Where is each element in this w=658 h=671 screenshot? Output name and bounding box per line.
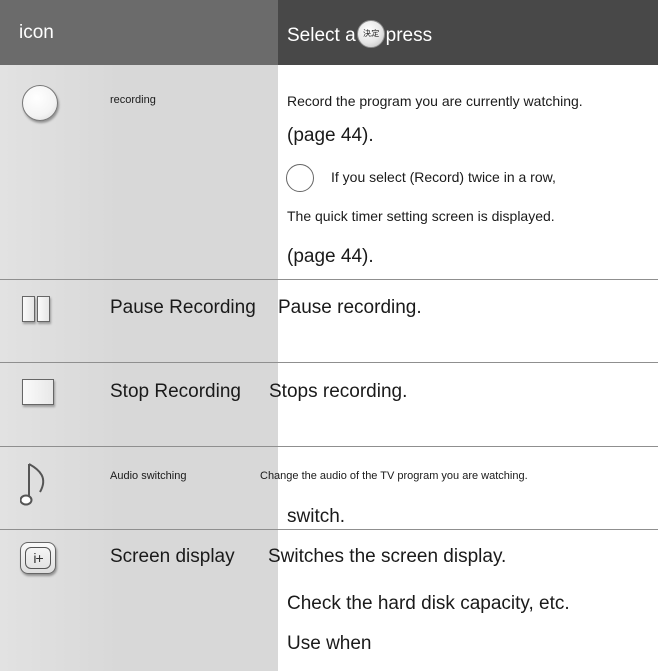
stop-icon (22, 379, 54, 405)
row-name-audio: Audio switching (110, 470, 187, 482)
header-action-text-after: press (385, 25, 433, 47)
header-action-text-before: Select a (287, 25, 356, 47)
row-divider (0, 279, 658, 280)
row-divider (0, 446, 658, 447)
row-desc-line: Pause recording. (278, 297, 422, 318)
row-name-stop: Stop Recording (110, 381, 241, 402)
header-icon-label: icon (19, 22, 54, 43)
record-small-circle-icon (286, 164, 314, 192)
row-desc-line: switch. (287, 506, 346, 527)
row-desc-line: Record the program you are currently wat… (287, 93, 583, 109)
row-desc-line: If you select (Record) twice in a row, (331, 169, 556, 185)
row-desc-line: Switches the screen display. (268, 546, 507, 567)
enter-button-icon: 決.定 (356, 20, 385, 48)
header-action-label: Select a 決.定 press (287, 20, 433, 50)
row-name-recording: recording (110, 94, 156, 106)
row-desc-line: (page 44). (287, 246, 374, 267)
pause-bar-left (22, 296, 35, 322)
row-desc-line: Check the hard disk capacity, etc. (287, 593, 570, 614)
row-name-pause: Pause Recording (110, 297, 256, 318)
music-note-icon (20, 463, 45, 506)
row-desc-line: Stops recording. (269, 381, 408, 402)
row-name-screen: Screen display (110, 546, 235, 567)
row-desc-line: (page 44). (287, 125, 374, 146)
info-plus-glyph: i+ (25, 547, 51, 569)
row-desc-line: Change the audio of the TV program you a… (260, 470, 528, 482)
record-circle-icon (22, 85, 58, 121)
row-desc-line: The quick timer setting screen is displa… (287, 208, 555, 224)
row-divider (0, 529, 658, 530)
pause-bar-right (37, 296, 50, 322)
screen-info-icon: i+ (20, 542, 56, 574)
row-desc-line: Use when (287, 633, 372, 654)
pause-icon (22, 296, 52, 322)
icon-column-shade (0, 65, 120, 671)
row-divider (0, 362, 658, 363)
